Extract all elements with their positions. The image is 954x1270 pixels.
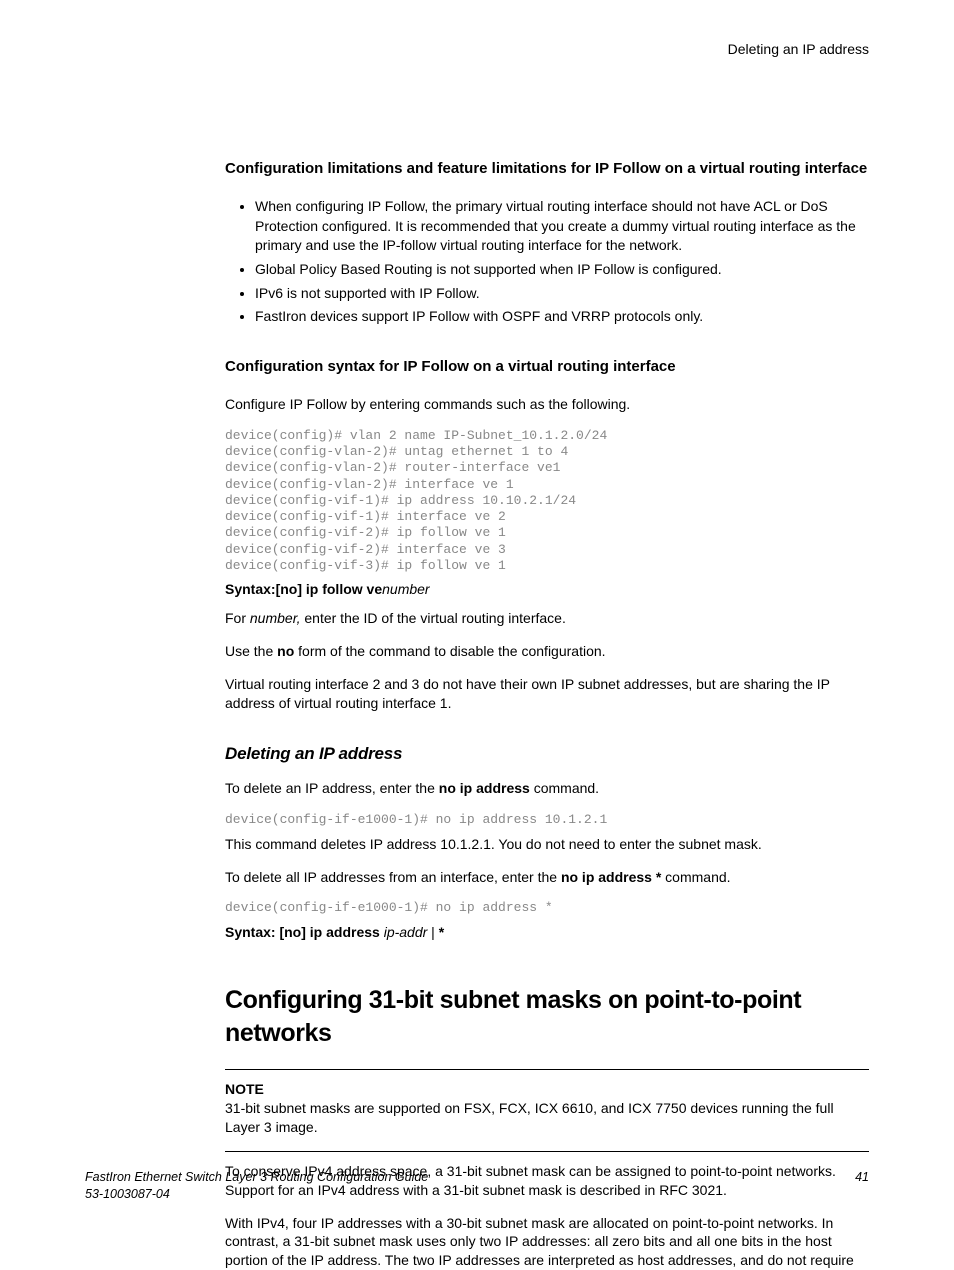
- intro-text: Configure IP Follow by entering commands…: [225, 395, 869, 414]
- text: command.: [661, 869, 730, 885]
- list-item: Global Policy Based Routing is not suppo…: [255, 260, 869, 280]
- syntax-bold: Syntax:[no] ip follow ve: [225, 581, 382, 597]
- note-label: NOTE: [225, 1080, 869, 1099]
- note-body: 31-bit subnet masks are supported on FSX…: [225, 1099, 869, 1137]
- text: To delete all IP addresses from an inter…: [225, 869, 561, 885]
- italic-text: number,: [250, 610, 301, 626]
- paragraph: To delete all IP addresses from an inter…: [225, 868, 869, 887]
- syntax-italic: ip-addr: [384, 924, 428, 940]
- bold-text: no ip address: [439, 780, 530, 796]
- section-heading-31bit: Configuring 31-bit subnet masks on point…: [225, 984, 869, 1052]
- doc-title: FastIron Ethernet Switch Layer 3 Routing…: [85, 1169, 428, 1186]
- code-block: device(config-if-e1000-1)# no ip address…: [225, 812, 869, 828]
- section-heading-deleting: Deleting an IP address: [225, 743, 869, 766]
- page-number: 41: [855, 1169, 869, 1203]
- syntax-line: Syntax:[no] ip follow venumber: [225, 580, 869, 599]
- text: Use the: [225, 643, 277, 659]
- text: To delete an IP address, enter the: [225, 780, 439, 796]
- syntax-bold: Syntax: [no] ip address: [225, 924, 384, 940]
- doc-number: 53-1003087-04: [85, 1186, 428, 1203]
- text: |: [427, 924, 438, 940]
- text: For: [225, 610, 250, 626]
- syntax-line: Syntax: [no] ip address ip-addr | *: [225, 923, 869, 942]
- paragraph: With IPv4, four IP addresses with a 30-b…: [225, 1214, 869, 1270]
- code-block: device(config-if-e1000-1)# no ip address…: [225, 900, 869, 916]
- list-item: FastIron devices support IP Follow with …: [255, 307, 869, 327]
- bold-text: no: [277, 643, 294, 659]
- paragraph: Use the no form of the command to disabl…: [225, 642, 869, 661]
- list-item: IPv6 is not supported with IP Follow.: [255, 284, 869, 304]
- running-header: Deleting an IP address: [225, 40, 869, 59]
- rule: [225, 1069, 869, 1070]
- text: form of the command to disable the confi…: [294, 643, 605, 659]
- paragraph: Virtual routing interface 2 and 3 do not…: [225, 675, 869, 713]
- paragraph: For number, enter the ID of the virtual …: [225, 609, 869, 628]
- rule: [225, 1151, 869, 1152]
- syntax-italic: number: [382, 581, 429, 597]
- syntax-bold: *: [439, 924, 444, 940]
- paragraph: To delete an IP address, enter the no ip…: [225, 779, 869, 798]
- bold-text: no ip address *: [561, 869, 661, 885]
- text: command.: [530, 780, 599, 796]
- limitations-list: When configuring IP Follow, the primary …: [225, 197, 869, 327]
- section-heading-syntax: Configuration syntax for IP Follow on a …: [225, 357, 869, 377]
- footer-left: FastIron Ethernet Switch Layer 3 Routing…: [85, 1169, 428, 1203]
- code-block: device(config)# vlan 2 name IP-Subnet_10…: [225, 428, 869, 574]
- section-heading-limitations: Configuration limitations and feature li…: [225, 159, 869, 179]
- paragraph: This command deletes IP address 10.1.2.1…: [225, 835, 869, 854]
- page-footer: FastIron Ethernet Switch Layer 3 Routing…: [85, 1169, 869, 1203]
- text: enter the ID of the virtual routing inte…: [300, 610, 565, 626]
- list-item: When configuring IP Follow, the primary …: [255, 197, 869, 256]
